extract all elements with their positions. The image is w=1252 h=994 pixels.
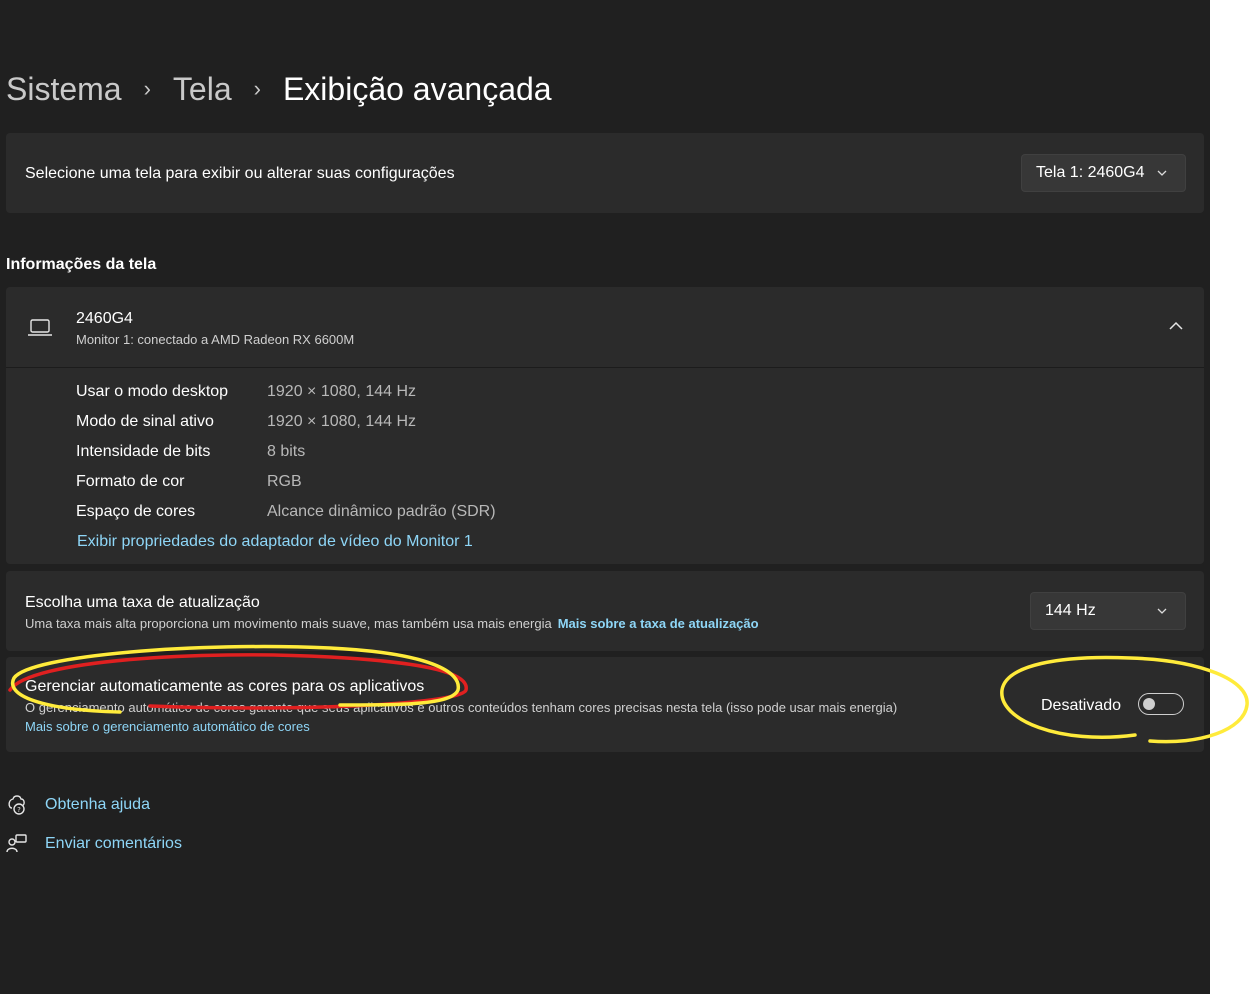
auto-color-description: O gerenciamento automático de cores gara… [25,700,898,715]
get-help-link[interactable]: ? Obtenha ajuda [6,794,150,816]
get-help-label: Obtenha ajuda [45,796,150,813]
info-value: 1920 × 1080, 144 Hz [267,383,417,400]
info-key: Formato de cor [76,473,185,490]
info-section-title: Informações da tela [6,256,157,273]
refresh-rate-description: Uma taxa mais alta proporciona um movime… [25,616,759,631]
monitor-info-header[interactable]: 2460G4 Monitor 1: conectado a AMD Radeon… [6,287,1204,367]
refresh-rate-dropdown[interactable]: 144 Hz [1030,592,1186,630]
help-icon: ? [8,795,25,815]
refresh-rate-title: Escolha uma taxa de atualização [25,594,260,611]
refresh-rate-link[interactable]: Mais sobre a taxa de atualização [558,616,759,631]
info-value: Alcance dinâmico padrão (SDR) [267,503,496,520]
info-key: Intensidade de bits [76,443,211,460]
breadcrumb-tela[interactable]: Tela [173,71,232,108]
display-select-label: Selecione uma tela para exibir ou altera… [25,165,455,182]
toggle-knob [1143,698,1155,710]
info-value: 8 bits [267,443,306,460]
send-feedback-label: Enviar comentários [45,835,182,852]
monitor-connection: Monitor 1: conectado a AMD Radeon RX 660… [76,332,355,347]
toggle-state-label: Desativado [1041,697,1122,714]
auto-color-toggle[interactable] [1138,693,1184,715]
info-value: RGB [267,473,302,490]
breadcrumb: Sistema › Tela › Exibição avançada [6,66,552,112]
breadcrumb-sistema[interactable]: Sistema [6,71,122,108]
auto-color-card: Gerenciar automaticamente as cores para … [6,657,1204,752]
chevron-down-icon [1157,170,1167,176]
display-dropdown-value: Tela 1: 2460G4 [1036,164,1145,181]
chevron-up-icon[interactable] [1168,320,1184,332]
feedback-icon [6,834,27,853]
settings-window: Sistema › Tela › Exibição avançada Selec… [0,0,1210,994]
info-value: 1920 × 1080, 144 Hz [267,413,417,430]
auto-color-link[interactable]: Mais sobre o gerenciamento automático de… [25,719,310,734]
display-dropdown[interactable]: Tela 1: 2460G4 [1021,154,1186,192]
refresh-rate-value: 144 Hz [1045,602,1096,619]
info-key: Espaço de cores [76,503,196,520]
chevron-right-icon: › [143,76,151,101]
refresh-rate-card: Escolha uma taxa de atualização Uma taxa… [6,571,1204,651]
chevron-down-icon [1157,608,1167,614]
refresh-rate-desc-text: Uma taxa mais alta proporciona um movime… [25,616,552,631]
laptop-icon [28,319,52,336]
auto-color-title: Gerenciar automaticamente as cores para … [25,678,425,695]
display-select-card: Selecione uma tela para exibir ou altera… [6,133,1204,213]
page-title: Exibição avançada [282,70,552,107]
info-key: Modo de sinal ativo [76,413,214,430]
send-feedback-link[interactable]: Enviar comentários [6,833,182,855]
info-key: Usar o modo desktop [76,383,229,400]
chevron-right-icon: › [253,76,261,101]
monitor-name: 2460G4 [76,310,133,327]
adapter-properties-link[interactable]: Exibir propriedades do adaptador de víde… [77,533,473,551]
svg-text:?: ? [17,806,21,814]
monitor-info-details: Usar o modo desktop 1920 × 1080, 144 Hz … [6,368,1204,564]
